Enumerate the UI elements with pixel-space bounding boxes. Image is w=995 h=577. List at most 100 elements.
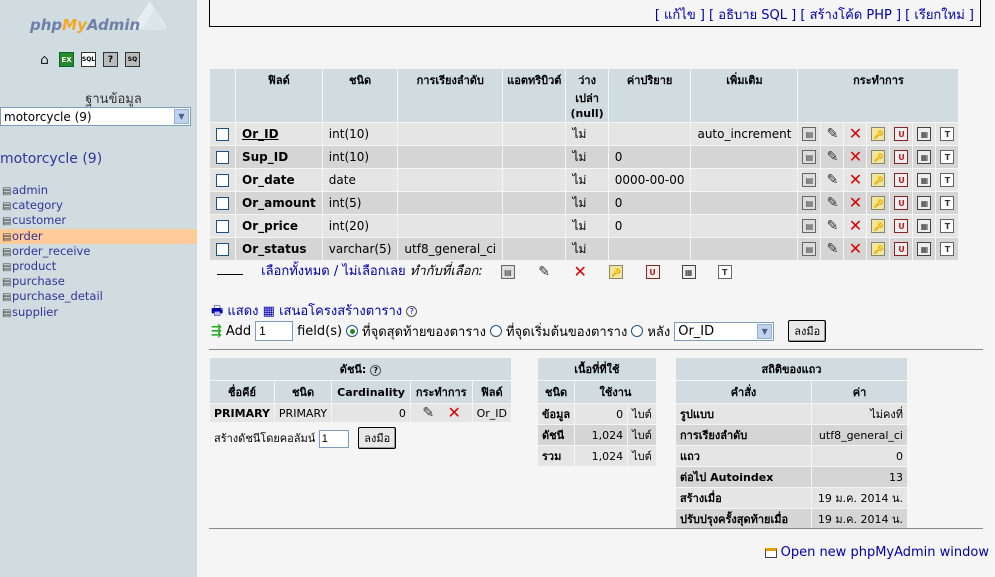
delete-icon[interactable]: ✕ — [573, 263, 587, 279]
check-all-link[interactable]: เลือกทั้งหมด — [261, 264, 330, 279]
primary-key-icon[interactable]: 🔑 — [871, 242, 886, 257]
help-icon[interactable]: ? — [103, 52, 118, 67]
chevron-down-icon[interactable]: ▼ — [757, 323, 773, 339]
delete-icon[interactable]: ✕ — [447, 405, 461, 421]
fulltext-icon[interactable]: T — [717, 264, 732, 279]
help-icon[interactable]: ? — [406, 306, 418, 317]
create-index-count-input[interactable] — [318, 430, 349, 448]
unique-icon[interactable]: U — [894, 219, 909, 234]
row-checkbox[interactable] — [216, 174, 229, 187]
database-title-link[interactable]: motorcycle (9) — [0, 151, 102, 167]
fulltext-icon[interactable]: T — [940, 196, 955, 211]
open-new-window-text[interactable]: Open new phpMyAdmin window — [781, 545, 989, 560]
index-icon[interactable]: ▦ — [917, 242, 932, 257]
at-start-radio[interactable] — [489, 325, 502, 337]
row-checkbox[interactable] — [216, 197, 229, 210]
browse-icon[interactable]: ▤ — [500, 264, 515, 279]
phpmyadmin-logo[interactable]: phpMyAdmin — [30, 16, 140, 34]
unique-icon[interactable]: U — [645, 264, 660, 279]
sidebar-table-label[interactable]: product — [12, 259, 56, 273]
sidebar-table-label[interactable]: order_receive — [12, 244, 90, 258]
edit-icon[interactable]: ✎ — [825, 242, 839, 256]
unique-icon[interactable]: U — [894, 196, 909, 211]
home-icon[interactable]: ⌂ — [37, 52, 52, 68]
edit-icon[interactable]: ✎ — [537, 265, 551, 279]
edit-icon[interactable]: ✎ — [825, 150, 839, 164]
browse-icon[interactable]: ▤ — [802, 196, 817, 211]
sidebar-table-label[interactable]: order — [12, 229, 43, 243]
browse-icon[interactable]: ▤ — [802, 173, 817, 188]
index-icon[interactable]: ▦ — [681, 264, 696, 279]
at-end-radio[interactable] — [346, 325, 359, 337]
table-icon[interactable]: ▤ — [2, 184, 12, 199]
uncheck-all-link[interactable]: ไม่เลือกเลย — [342, 264, 405, 279]
create-index-go-button[interactable]: ลงมือ — [358, 427, 397, 449]
index-icon[interactable]: ▦ — [917, 196, 932, 211]
edit-icon[interactable]: ✎ — [825, 127, 839, 141]
propose-structure-link[interactable]: เสนอโครงสร้างตาราง — [279, 304, 402, 319]
primary-key-icon[interactable]: 🔑 — [871, 150, 886, 165]
browse-icon[interactable]: ▤ — [802, 150, 817, 165]
sidebar-table-item[interactable]: ▤purchase — [0, 274, 197, 289]
table-icon[interactable]: ▤ — [2, 275, 12, 290]
database-select[interactable]: motorcycle (9) ▼ — [0, 107, 191, 126]
primary-key-icon[interactable]: 🔑 — [871, 219, 886, 234]
edit-icon[interactable]: ✎ — [825, 173, 839, 187]
sidebar-table-label[interactable]: category — [12, 198, 63, 212]
sidebar-table-label[interactable]: customer — [12, 213, 66, 227]
fulltext-icon[interactable]: T — [940, 173, 955, 188]
open-new-window-link[interactable]: Open new phpMyAdmin window — [764, 545, 989, 560]
primary-key-icon[interactable]: 🔑 — [871, 196, 886, 211]
browse-icon[interactable]: ▤ — [802, 219, 817, 234]
table-icon[interactable]: ▤ — [2, 214, 12, 229]
query-action-links[interactable]: [ แก้ไข ] [ อธิบาย SQL ] [ สร้างโค้ด PHP… — [655, 4, 974, 25]
after-radio[interactable] — [631, 325, 644, 337]
help-icon[interactable]: ? — [370, 365, 382, 376]
row-checkbox[interactable] — [216, 243, 229, 256]
propose-structure-icon[interactable]: ▦ — [263, 304, 275, 319]
delete-icon[interactable]: ✕ — [848, 149, 862, 165]
sidebar-table-label[interactable]: purchase_detail — [12, 289, 103, 303]
print-view-link[interactable]: แสดง — [227, 304, 258, 319]
browse-icon[interactable]: ▤ — [802, 127, 817, 142]
delete-icon[interactable]: ✕ — [848, 172, 862, 188]
fulltext-icon[interactable]: T — [940, 127, 955, 142]
chevron-down-icon[interactable]: ▼ — [174, 109, 189, 124]
edit-icon[interactable]: ✎ — [421, 406, 435, 420]
unique-icon[interactable]: U — [894, 173, 909, 188]
sidebar-table-item[interactable]: ▤supplier — [0, 305, 197, 320]
table-icon[interactable]: ▤ — [2, 260, 12, 275]
delete-icon[interactable]: ✕ — [848, 241, 862, 257]
row-checkbox[interactable] — [216, 220, 229, 233]
row-checkbox[interactable] — [216, 151, 229, 164]
sidebar-table-item[interactable]: ▤customer — [0, 213, 197, 228]
fulltext-icon[interactable]: T — [940, 219, 955, 234]
sidebar-table-item[interactable]: ▤purchase_detail — [0, 289, 197, 304]
fulltext-icon[interactable]: T — [940, 150, 955, 165]
index-icon[interactable]: ▦ — [917, 150, 932, 165]
table-icon[interactable]: ▤ — [2, 230, 12, 245]
field-count-input[interactable] — [255, 321, 294, 341]
table-icon[interactable]: ▤ — [2, 199, 12, 214]
edit-icon[interactable]: ✎ — [825, 196, 839, 210]
delete-icon[interactable]: ✕ — [848, 218, 862, 234]
sidebar-table-label[interactable]: supplier — [12, 305, 58, 319]
add-go-button[interactable]: ลงมือ — [788, 320, 827, 342]
unique-icon[interactable]: U — [894, 127, 909, 142]
delete-icon[interactable]: ✕ — [848, 126, 862, 142]
exit-icon[interactable]: EX — [59, 52, 74, 67]
primary-key-icon[interactable]: 🔑 — [871, 127, 886, 142]
sql-query-icon[interactable]: SQL — [81, 52, 96, 67]
sidebar-table-item[interactable]: ▤product — [0, 259, 197, 274]
sidebar-table-label[interactable]: admin — [12, 183, 48, 197]
sidebar-table-label[interactable]: purchase — [12, 274, 65, 288]
primary-key-icon[interactable]: 🔑 — [871, 173, 886, 188]
sidebar-table-item[interactable]: ▤category — [0, 198, 197, 213]
sql-docs-icon[interactable]: SQ — [125, 52, 140, 67]
after-field-select[interactable]: Or_ID ▼ — [674, 321, 775, 341]
edit-icon[interactable]: ✎ — [825, 219, 839, 233]
unique-icon[interactable]: U — [894, 150, 909, 165]
table-icon[interactable]: ▤ — [2, 290, 12, 305]
delete-icon[interactable]: ✕ — [848, 195, 862, 211]
unique-icon[interactable]: U — [894, 242, 909, 257]
